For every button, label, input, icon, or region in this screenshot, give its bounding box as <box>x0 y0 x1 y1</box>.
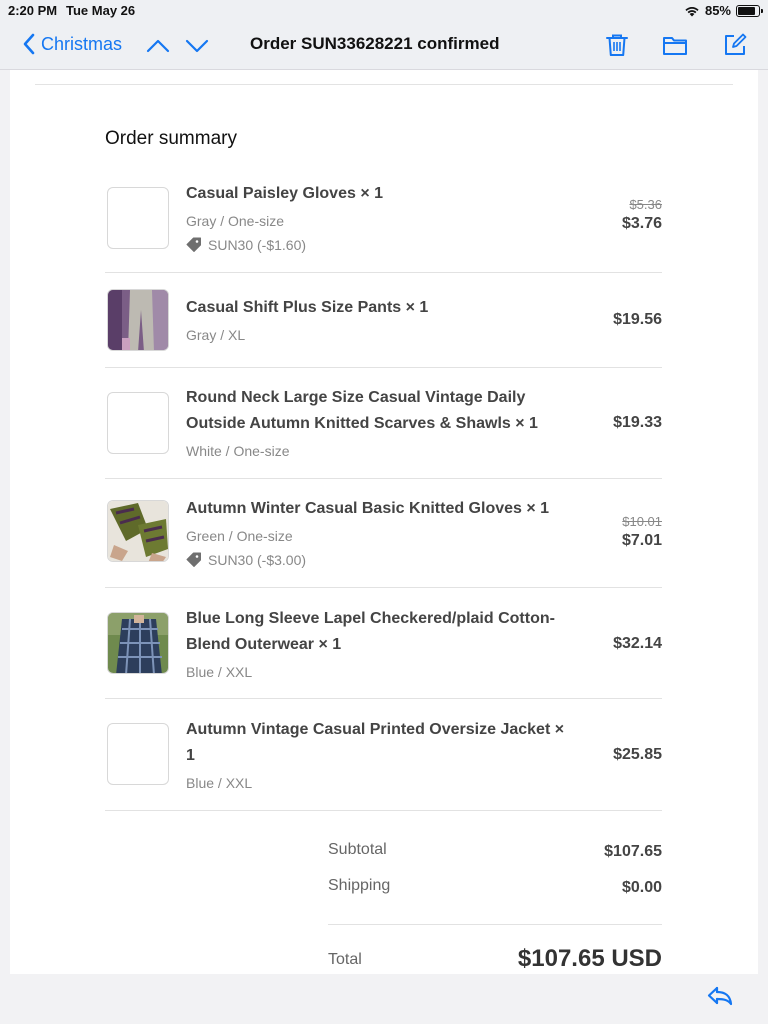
status-time: 2:20 PM <box>8 3 58 18</box>
order-item: Casual Shift Plus Size Pants × 1 Gray / … <box>105 273 662 368</box>
product-name: Autumn Winter Casual Basic Knitted Glove… <box>186 500 550 517</box>
order-summary-title: Order summary <box>105 128 237 149</box>
product-thumbnail[interactable] <box>107 392 169 454</box>
discount-label: SUN30 (-$1.60) <box>208 237 307 253</box>
chevron-up-icon[interactable] <box>146 36 170 56</box>
item-price: $3.76 <box>621 215 662 232</box>
subtotal-label: Subtotal <box>328 841 387 858</box>
item-price: $19.33 <box>613 414 662 431</box>
compose-icon[interactable] <box>722 32 748 58</box>
original-price: $10.01 <box>622 514 662 529</box>
tag-icon <box>186 552 201 567</box>
product-variant: Gray / XL <box>186 327 246 343</box>
folder-icon[interactable] <box>662 32 688 58</box>
product-thumbnail[interactable] <box>107 723 169 785</box>
order-item: Autumn Vintage Casual Printed Oversize J… <box>105 699 662 811</box>
tag-icon <box>186 237 201 252</box>
battery-percent: 85% <box>704 3 731 18</box>
status-bar: 2:20 PM Tue May 26 85% <box>0 0 768 22</box>
back-button[interactable]: Christmas <box>22 33 122 55</box>
product-thumbnail[interactable] <box>107 500 169 562</box>
total-label: Total <box>328 951 362 968</box>
discount-label: SUN30 (-$3.00) <box>208 552 307 568</box>
status-date: Tue May 26 <box>66 3 136 18</box>
mail-toolbar: Christmas Order SUN33628221 confirmed <box>0 22 768 70</box>
product-name: Casual Paisley Gloves × 1 <box>186 185 384 202</box>
order-item: Blue Long Sleeve Lapel Checkered/plaid C… <box>105 588 662 699</box>
shipping-value: $0.00 <box>621 879 662 896</box>
order-item: Round Neck Large Size Casual Vintage Dai… <box>105 368 662 479</box>
email-body[interactable]: Order summary Casual Paisley Gloves × 1 … <box>10 70 758 974</box>
product-variant: Gray / One-size <box>186 213 285 229</box>
discount-code: SUN30 (-$1.60) <box>186 235 576 255</box>
order-item: Autumn Winter Casual Basic Knitted Glove… <box>105 479 662 588</box>
status-indicators: 85% <box>684 3 763 18</box>
divider <box>328 924 662 925</box>
product-variant: Green / One-size <box>186 528 293 544</box>
item-price: $25.85 <box>613 746 662 763</box>
chevron-left-icon <box>23 33 35 55</box>
pants-photo <box>108 290 168 350</box>
product-name: Casual Shift Plus Size Pants × 1 <box>186 299 429 316</box>
total-value: $107.65 USD <box>517 945 662 972</box>
item-price: $19.56 <box>613 311 662 328</box>
product-thumbnail[interactable] <box>107 612 169 674</box>
message-subject: Order SUN33628221 confirmed <box>250 34 500 53</box>
shipping-label: Shipping <box>328 877 391 894</box>
wifi-icon <box>685 6 699 16</box>
item-price: $7.01 <box>621 532 662 549</box>
discount-code: SUN30 (-$3.00) <box>186 550 576 570</box>
product-variant: Blue / XXL <box>186 664 253 680</box>
product-name: Autumn Vintage Casual Printed Oversize J… <box>186 721 565 764</box>
product-name: Round Neck Large Size Casual Vintage Dai… <box>186 389 538 432</box>
chevron-down-icon[interactable] <box>185 36 209 56</box>
subtotal-value: $107.65 <box>604 843 662 860</box>
reply-icon[interactable] <box>706 984 734 1008</box>
outerwear-photo <box>108 613 168 673</box>
battery-icon <box>736 4 763 17</box>
product-name: Blue Long Sleeve Lapel Checkered/plaid C… <box>186 610 555 653</box>
item-price: $32.14 <box>613 635 662 652</box>
divider <box>35 84 733 85</box>
trash-icon[interactable] <box>604 32 630 58</box>
bottom-toolbar <box>0 974 768 1024</box>
original-price: $5.36 <box>629 197 662 212</box>
gloves-photo <box>108 501 168 561</box>
product-variant: Blue / XXL <box>186 775 253 791</box>
product-thumbnail[interactable] <box>107 187 169 249</box>
back-button-label: Christmas <box>41 33 123 54</box>
order-item: Casual Paisley Gloves × 1 Gray / One-siz… <box>105 170 662 273</box>
product-variant: White / One-size <box>186 443 290 459</box>
product-thumbnail[interactable] <box>107 289 169 351</box>
